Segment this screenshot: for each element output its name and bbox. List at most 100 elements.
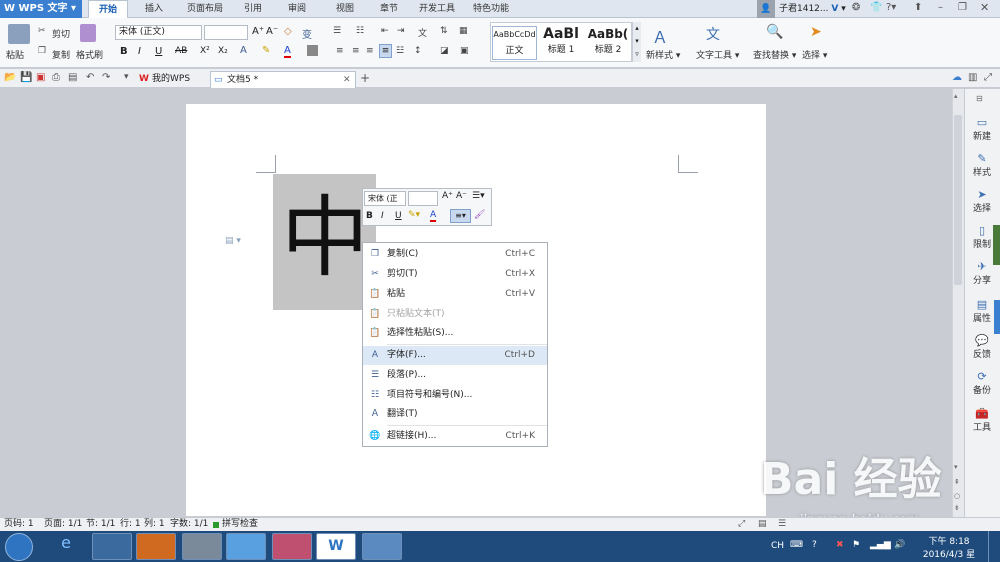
subscript-button[interactable]: X₂	[218, 46, 228, 56]
scroll-thumb[interactable]	[954, 115, 962, 285]
phonetic-icon[interactable]: 变	[302, 26, 312, 41]
panel-style[interactable]: ✎ 样式	[964, 152, 1000, 178]
minimize-icon[interactable]: –	[938, 2, 943, 13]
ime-icon[interactable]: ⌨	[790, 540, 803, 550]
menu-item-copy[interactable]: ❐ 复制(C) Ctrl+C	[363, 245, 547, 264]
next-page-icon[interactable]: ⇟	[954, 504, 960, 512]
borders-icon[interactable]: ▣	[460, 46, 469, 56]
tab-references[interactable]: 引用	[236, 0, 270, 18]
italic-button[interactable]: I	[138, 46, 141, 57]
start-button[interactable]	[5, 533, 33, 561]
panel-tools[interactable]: 🧰 工具	[964, 407, 1000, 433]
numbering-icon[interactable]: ☷	[356, 26, 364, 36]
find-replace-button[interactable]: 查找替换 ▾	[753, 48, 796, 61]
distribute-icon[interactable]: ☳	[396, 46, 404, 56]
panel-select[interactable]: ➤ 选择	[964, 188, 1000, 214]
status-column[interactable]: 列: 1	[144, 518, 165, 531]
cloud-icon[interactable]: ☁	[952, 72, 962, 83]
copy-button[interactable]: 复制	[52, 48, 70, 61]
status-row[interactable]: 行: 1	[120, 518, 141, 531]
tab-my-wps[interactable]: W 我的WPS	[136, 71, 206, 88]
highlight-icon[interactable]: ✎	[262, 45, 270, 56]
shirt-icon[interactable]: 👕	[870, 2, 882, 13]
user-name[interactable]: 子君1412... V ▾	[779, 0, 846, 18]
text-tools-button[interactable]: 文字工具 ▾	[696, 48, 739, 61]
clear-format-icon[interactable]: ◇	[284, 26, 292, 37]
chinese-layout-icon[interactable]: 文	[418, 26, 427, 39]
pdf-icon[interactable]: ▣	[36, 72, 45, 83]
browse-object-icon[interactable]: ○	[954, 492, 960, 500]
print-preview-icon[interactable]: ▤	[68, 72, 77, 83]
help-icon[interactable]: ?	[812, 540, 817, 550]
style-heading-2[interactable]: AaBb( 标题 2	[586, 26, 630, 60]
line-spacing-icon[interactable]: ↕	[414, 46, 422, 56]
tab-view[interactable]: 视图	[328, 0, 362, 18]
chevron-down-icon[interactable]: ▾	[124, 72, 129, 82]
status-spell-check[interactable]: 拼写检查	[222, 518, 258, 531]
status-word-count[interactable]: 字数: 1/1	[170, 518, 208, 531]
increase-indent-icon[interactable]: ⇥	[397, 26, 405, 36]
ie-icon[interactable]: e	[46, 533, 86, 560]
select-button[interactable]: 选择 ▾	[802, 48, 827, 61]
signal-icon[interactable]: ▂▄▆	[870, 540, 891, 550]
tab-chapter[interactable]: 章节	[372, 0, 406, 18]
side-handle[interactable]	[993, 225, 1000, 265]
panel-feedback[interactable]: 💬 反馈	[964, 334, 1000, 360]
selected-text[interactable]: 中	[281, 178, 371, 298]
align-center-icon[interactable]: ≡	[352, 46, 360, 56]
bullets-icon[interactable]: ☰	[333, 26, 341, 36]
paragraph-handle-icon[interactable]: ▤ ▾	[225, 236, 241, 246]
photo-app-icon[interactable]	[272, 533, 312, 560]
scroll-down-icon[interactable]: ▾	[954, 463, 958, 471]
undo-icon[interactable]: ↶	[86, 72, 94, 83]
mini-underline-button[interactable]: U	[395, 211, 402, 221]
view-fullscreen-icon[interactable]: ⤢	[738, 518, 745, 531]
mini-font-select[interactable]: 宋体 (正	[364, 191, 406, 206]
layout-icon[interactable]: ▥	[968, 72, 977, 83]
mini-size-select[interactable]	[408, 191, 438, 206]
volume-icon[interactable]: 🔊	[894, 540, 905, 550]
tab-page-layout[interactable]: 页面布局	[180, 0, 230, 18]
open-icon[interactable]: 📂	[4, 72, 16, 83]
menu-item-cut[interactable]: ✂ 剪切(T) Ctrl+X	[363, 265, 547, 284]
menu-item-paste-special[interactable]: 📋 选择性粘贴(S)...	[363, 324, 547, 343]
network-alert-icon[interactable]: ✖	[836, 540, 844, 550]
explorer-icon[interactable]	[92, 533, 132, 560]
superscript-button[interactable]: X²	[200, 46, 210, 56]
collapse-panel-icon[interactable]: ⊟	[976, 94, 983, 103]
format-painter-icon[interactable]: 🖌	[474, 210, 485, 220]
print-icon[interactable]: ⎙	[52, 72, 60, 83]
align-right-icon[interactable]: ≡	[366, 46, 374, 56]
paint-app-icon[interactable]	[362, 533, 402, 560]
table-icon[interactable]: ▦	[459, 26, 468, 36]
shrink-font-icon[interactable]: A⁻	[456, 191, 467, 201]
menu-item-bullets-numbering[interactable]: ☷ 项目符号和编号(N)...	[363, 386, 547, 405]
chat-app-icon[interactable]	[226, 533, 266, 560]
restore-ribbon-icon[interactable]: ⬆	[914, 2, 922, 13]
flag-icon[interactable]: ⚑	[852, 540, 860, 550]
view-outline-icon[interactable]: ☰	[778, 518, 786, 531]
clock[interactable]: 下午 8:182016/4/3 星期日	[920, 534, 978, 562]
paragraph-align-icon[interactable]: ≡▾	[450, 209, 471, 223]
view-page-icon[interactable]: ▤	[758, 518, 767, 531]
menu-item-translate[interactable]: Ａ 翻译(T)	[363, 405, 547, 424]
app-menu-button[interactable]: W WPS 文字 ▾	[0, 0, 82, 18]
style-heading-1[interactable]: AaBl 标题 1	[538, 26, 584, 60]
save-icon[interactable]: 💾	[20, 72, 32, 83]
maximize-icon[interactable]: ❐	[958, 2, 967, 13]
show-desktop-button[interactable]	[988, 531, 1000, 562]
styles-scroll[interactable]: ▴ ▾ ▿	[632, 22, 641, 62]
sort-icon[interactable]: ⇅	[440, 26, 448, 36]
mini-italic-button[interactable]: I	[381, 211, 384, 221]
text-effect-icon[interactable]: A	[240, 45, 247, 56]
menu-item-paragraph[interactable]: ☰ 段落(P)...	[363, 366, 547, 385]
status-section[interactable]: 节: 1/1	[86, 518, 115, 531]
highlight-icon[interactable]: ✎▾	[408, 210, 420, 220]
side-handle[interactable]	[994, 300, 1000, 334]
mini-bold-button[interactable]: B	[366, 211, 373, 221]
shading-icon[interactable]: ◪	[440, 46, 449, 56]
menu-item-font[interactable]: A 字体(F)... Ctrl+D	[363, 346, 547, 365]
font-name-select[interactable]: 宋体 (正文)	[115, 25, 202, 40]
line-spacing-icon[interactable]: ☰▾	[472, 191, 485, 201]
bold-button[interactable]: B	[120, 46, 128, 57]
